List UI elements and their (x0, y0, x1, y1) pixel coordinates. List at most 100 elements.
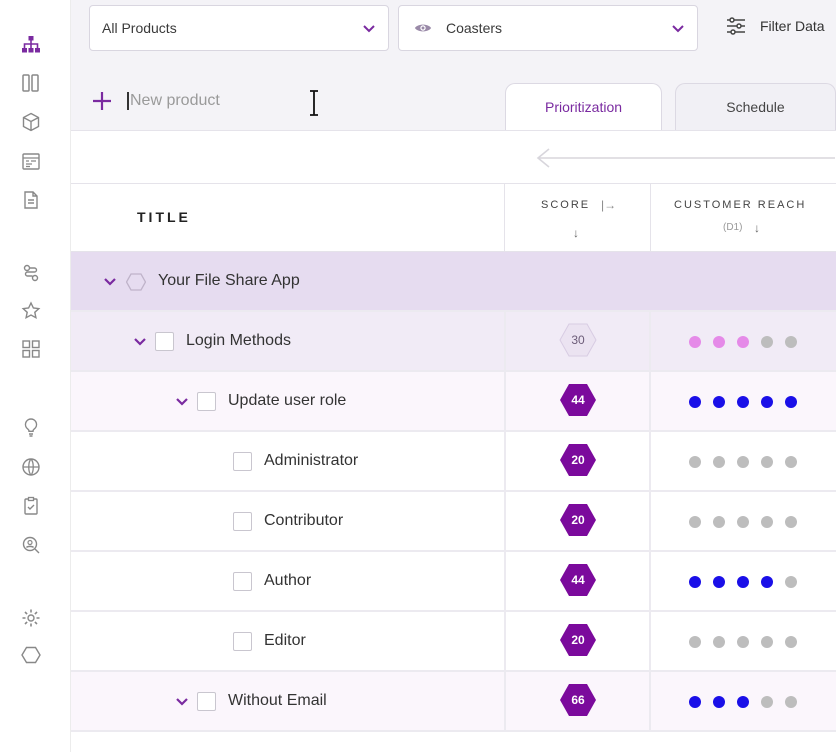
score-badge[interactable]: 20 (559, 443, 597, 477)
chevron-down-icon (672, 25, 684, 33)
score-badge[interactable]: 66 (559, 683, 597, 717)
grid-icon[interactable] (20, 338, 42, 360)
score-label: SCORE (541, 199, 591, 211)
chevron-down-icon[interactable] (175, 694, 189, 708)
new-product-input[interactable] (127, 92, 287, 110)
table-row[interactable]: Contributor 20 (71, 492, 836, 552)
chevron-down-icon[interactable] (175, 394, 189, 408)
pin-column-icon[interactable]: |→ (601, 198, 616, 212)
row-title[interactable]: Your File Share App (158, 272, 300, 290)
filter-data-button[interactable]: Filter Data (726, 16, 825, 36)
row-checkbox[interactable] (233, 512, 252, 531)
sort-arrow-icon[interactable]: ↓ (573, 226, 579, 240)
reach-rating[interactable] (689, 516, 809, 528)
column-header-score[interactable]: SCORE |→ ↓ (504, 184, 651, 252)
table-row[interactable]: Login Methods 30 (71, 312, 836, 372)
rating-dot (761, 576, 773, 588)
score-badge[interactable]: 20 (559, 503, 597, 537)
column-header-customer-reach[interactable]: CUSTOMER REACH (D1) ↓ (651, 184, 836, 252)
row-checkbox[interactable] (233, 572, 252, 591)
board-icon[interactable] (20, 72, 42, 94)
customer-reach-cell (651, 372, 836, 430)
eye-icon (414, 24, 432, 32)
clipboard-check-icon[interactable] (20, 495, 42, 517)
row-title[interactable]: Without Email (228, 692, 327, 710)
customer-reach-cell (651, 432, 836, 490)
workflow-icon[interactable] (20, 262, 42, 284)
reach-rating[interactable] (689, 696, 809, 708)
rating-dot (737, 456, 749, 468)
left-nav-rail (0, 0, 71, 752)
row-title[interactable]: Editor (264, 632, 306, 650)
rating-dot (689, 456, 701, 468)
table-row[interactable]: Administrator 20 (71, 432, 836, 492)
document-icon[interactable] (20, 189, 42, 211)
tab-prioritization[interactable]: Prioritization (505, 83, 662, 130)
rating-dot (785, 636, 797, 648)
rating-dot (713, 396, 725, 408)
rating-dot (737, 516, 749, 528)
sliders-icon (727, 17, 745, 35)
hexagon-icon[interactable] (20, 644, 42, 666)
new-product-row (91, 90, 287, 112)
score-badge[interactable]: 30 (559, 323, 597, 357)
rating-dot (689, 396, 701, 408)
hierarchy-icon[interactable] (20, 34, 42, 56)
row-checkbox[interactable] (197, 692, 216, 711)
search-person-icon[interactable] (20, 534, 42, 556)
reach-rating[interactable] (689, 456, 809, 468)
score-cell: 66 (504, 672, 651, 730)
star-icon[interactable] (20, 300, 42, 322)
row-checkbox[interactable] (197, 392, 216, 411)
score-value: 66 (571, 693, 585, 707)
gear-icon[interactable] (20, 607, 42, 629)
rating-dot (689, 336, 701, 348)
table-row[interactable]: Author 44 (71, 552, 836, 612)
row-checkbox[interactable] (155, 332, 174, 351)
score-value: 44 (571, 573, 585, 587)
products-select[interactable]: All Products (89, 5, 389, 51)
score-badge[interactable]: 44 (559, 383, 597, 417)
tab-schedule[interactable]: Schedule (675, 83, 836, 130)
sort-arrow-icon[interactable]: ↓ (754, 221, 760, 235)
cube-icon[interactable] (20, 111, 42, 133)
reach-rating[interactable] (689, 636, 809, 648)
reach-rating[interactable] (689, 396, 809, 408)
plus-icon[interactable] (91, 90, 113, 112)
customer-reach-sub: (D1) (723, 222, 743, 233)
chevron-down-icon (363, 25, 375, 33)
table-row[interactable]: Without Email 66 (71, 672, 836, 732)
table-row[interactable]: Editor 20 (71, 612, 836, 672)
row-title[interactable]: Author (264, 572, 311, 590)
chevron-down-icon[interactable] (103, 274, 117, 288)
row-title[interactable]: Login Methods (186, 332, 291, 350)
rating-dot (761, 396, 773, 408)
rating-dot (785, 456, 797, 468)
chevron-down-icon[interactable] (133, 334, 147, 348)
title-cell: Editor (71, 612, 504, 670)
column-header-title[interactable]: TITLE (137, 209, 191, 225)
rating-dot (761, 456, 773, 468)
table-body: Your File Share App Login Methods 30 Update… (71, 252, 836, 732)
row-title[interactable]: Update user role (228, 392, 346, 410)
rating-dot (737, 696, 749, 708)
table-row[interactable]: Update user role 44 (71, 372, 836, 432)
reach-rating[interactable] (689, 576, 809, 588)
score-value: 20 (571, 453, 585, 467)
row-title[interactable]: Administrator (264, 452, 358, 470)
row-checkbox[interactable] (233, 452, 252, 471)
row-title[interactable]: Contributor (264, 512, 343, 530)
globe-icon[interactable] (20, 456, 42, 478)
title-cell: Without Email (71, 672, 504, 730)
lightbulb-icon[interactable] (20, 416, 42, 438)
score-badge[interactable]: 44 (559, 563, 597, 597)
view-select[interactable]: Coasters (398, 5, 698, 51)
customer-reach-label: CUSTOMER REACH (674, 199, 807, 211)
calendar-icon[interactable] (20, 150, 42, 172)
score-value: 20 (571, 513, 585, 527)
reach-rating[interactable] (689, 336, 809, 348)
table-row[interactable]: Your File Share App (71, 252, 836, 312)
arrow-left-icon[interactable] (535, 147, 835, 169)
score-badge[interactable]: 20 (559, 623, 597, 657)
row-checkbox[interactable] (233, 632, 252, 651)
